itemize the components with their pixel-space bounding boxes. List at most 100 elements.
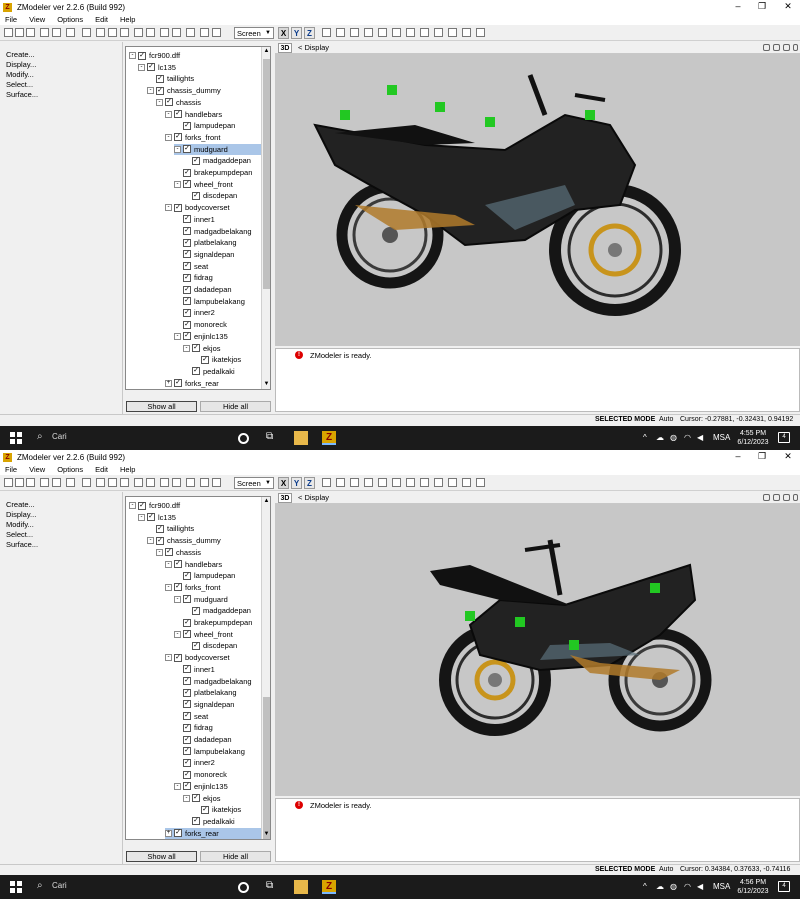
command-menu-item[interactable]: Surface... — [6, 540, 122, 550]
visibility-checkbox[interactable]: ✓ — [156, 74, 164, 83]
language-indicator[interactable]: MSA — [713, 882, 730, 891]
coordinate-mode-select[interactable]: Screen ▼ — [234, 477, 274, 489]
menu-item[interactable]: File — [5, 465, 17, 474]
coordinate-mode-select[interactable]: Screen ▼ — [234, 27, 274, 39]
tree-node[interactable]: - ✓ mudguard — [174, 143, 261, 155]
collapse-icon[interactable]: - — [129, 52, 136, 59]
visibility-checkbox[interactable]: ✓ — [183, 747, 191, 756]
zmodeler-taskbar-icon[interactable]: Z — [322, 880, 336, 894]
point-icon[interactable] — [420, 478, 429, 487]
tree-node[interactable]: ✓ seat — [174, 711, 208, 722]
visibility-checkbox[interactable]: ✓ — [183, 308, 191, 317]
cube-icon[interactable] — [364, 478, 373, 487]
undo-icon[interactable] — [82, 478, 91, 487]
visibility-checkbox[interactable]: ✓ — [183, 735, 191, 744]
windows-start-icon[interactable] — [10, 432, 22, 444]
cortana-icon[interactable] — [238, 882, 249, 893]
tree-node[interactable]: - ✓ lc135 — [138, 62, 176, 73]
tree-node[interactable]: ✓ fidrag — [174, 272, 213, 283]
command-menu-item[interactable]: Surface... — [6, 90, 122, 100]
axis-y-button[interactable]: Y — [291, 477, 302, 489]
visibility-checkbox[interactable]: ✓ — [183, 320, 191, 329]
tree-node[interactable]: ✓ madgaddepan — [183, 605, 251, 616]
file-explorer-icon[interactable] — [294, 880, 308, 894]
tree-node[interactable]: - ✓ handlebars — [165, 559, 222, 570]
box-icon[interactable] — [350, 28, 359, 37]
export-icon[interactable] — [66, 478, 75, 487]
view-mode-button[interactable]: 3D — [278, 493, 292, 503]
tree-node[interactable]: ✓ ikatekjos — [192, 354, 241, 365]
tree-node[interactable]: - ✓ forks_front — [165, 582, 220, 593]
object-icon[interactable] — [462, 478, 471, 487]
show-all-button[interactable]: Show all — [126, 401, 197, 412]
visibility-checkbox[interactable]: ✓ — [183, 758, 191, 767]
zoom-icon[interactable] — [200, 28, 209, 37]
command-menu-item[interactable]: Modify... — [6, 520, 122, 530]
zoom-icon[interactable] — [763, 44, 770, 51]
collapse-icon[interactable]: - — [165, 110, 172, 118]
collapse-icon[interactable]: - — [147, 537, 154, 545]
visibility-checkbox[interactable]: ✓ — [174, 829, 182, 838]
tree-node[interactable]: - ✓ mudguard — [174, 594, 228, 605]
tree-node[interactable]: ✓ taillights — [147, 523, 194, 534]
tree-node[interactable]: ✓ platbelakang — [174, 237, 237, 248]
tree-node[interactable]: ✓ madgadbelakang — [174, 676, 252, 687]
tree-node[interactable]: ✓ monoreck — [174, 769, 227, 780]
viewport-3d[interactable]: 3D < Display — [275, 492, 800, 796]
tree-node[interactable]: ✓ fidrag — [174, 722, 213, 733]
texture-icon[interactable] — [134, 478, 143, 487]
expand-icon[interactable]: + — [165, 829, 172, 837]
tree-node[interactable]: - ✓ lc135 — [138, 512, 176, 523]
visibility-checkbox[interactable]: ✓ — [156, 524, 164, 533]
save-icon[interactable] — [26, 478, 35, 487]
settings-icon[interactable] — [212, 28, 221, 37]
tree-node[interactable]: - ✓ fcr900.dff — [129, 500, 180, 511]
collapse-icon[interactable]: - — [156, 98, 163, 106]
maximize-view-icon[interactable] — [773, 494, 780, 501]
vertex-icon[interactable] — [434, 28, 443, 37]
taskbar-search-label[interactable]: Cari — [52, 432, 67, 441]
tree-node[interactable]: - ✓ chassis_dummy — [147, 535, 221, 546]
tree-node[interactable]: - ✓ wheel_front — [174, 629, 233, 640]
collapse-icon[interactable]: - — [174, 180, 181, 188]
notification-icon[interactable]: 4 — [778, 432, 790, 443]
collapse-icon[interactable]: - — [174, 630, 181, 638]
tree-node[interactable]: - ✓ chassis_dummy — [147, 85, 221, 96]
visibility-checkbox[interactable]: ✓ — [183, 618, 191, 627]
visibility-checkbox[interactable]: ✓ — [192, 344, 200, 352]
tree-node[interactable]: + ✓ forks_rear — [165, 378, 219, 389]
tree-node[interactable]: - ✓ ekjos — [183, 793, 221, 804]
tree-node[interactable]: ✓ signaldepan — [174, 249, 234, 260]
view-menu-icon[interactable] — [793, 494, 798, 501]
file-explorer-icon[interactable] — [294, 431, 308, 445]
visibility-checkbox[interactable]: ✓ — [174, 379, 182, 388]
viewport-scene[interactable] — [275, 55, 800, 346]
tree-node[interactable]: ✓ pedalkaki — [183, 366, 235, 377]
tree-node[interactable]: ✓ lampudepan — [174, 120, 235, 131]
network-icon[interactable]: ◍ — [670, 882, 677, 891]
command-menu-item[interactable]: Display... — [6, 60, 122, 70]
visibility-checkbox[interactable]: ✓ — [192, 641, 200, 650]
scale-icon[interactable] — [406, 478, 415, 487]
chevron-up-icon[interactable]: ^ — [643, 882, 647, 891]
tree-node[interactable]: ✓ signaldepan — [174, 699, 234, 710]
tree-node[interactable]: - ✓ fcr900.dff — [129, 50, 180, 61]
cloud-icon[interactable]: ☁ — [656, 433, 664, 442]
minimize-icon[interactable]: – — [726, 450, 750, 464]
more-icon[interactable] — [476, 478, 485, 487]
visibility-checkbox[interactable]: ✓ — [138, 51, 146, 60]
face-icon[interactable] — [448, 28, 457, 37]
collapse-icon[interactable]: - — [183, 344, 190, 352]
point-icon[interactable] — [420, 28, 429, 37]
command-menu-item[interactable]: Select... — [6, 530, 122, 540]
hide-all-button[interactable]: Hide all — [200, 851, 271, 862]
cloud-icon[interactable]: ☁ — [656, 882, 664, 891]
visibility-checkbox[interactable]: ✓ — [156, 86, 164, 95]
visibility-checkbox[interactable]: ✓ — [183, 227, 191, 235]
tree-node[interactable]: ✓ taillights — [147, 73, 194, 84]
collapse-icon[interactable]: - — [138, 513, 145, 521]
language-indicator[interactable]: MSA — [713, 433, 730, 442]
menu-item[interactable]: View — [29, 15, 45, 24]
visibility-checkbox[interactable]: ✓ — [183, 677, 191, 685]
restore-icon[interactable]: ❐ — [750, 450, 774, 464]
